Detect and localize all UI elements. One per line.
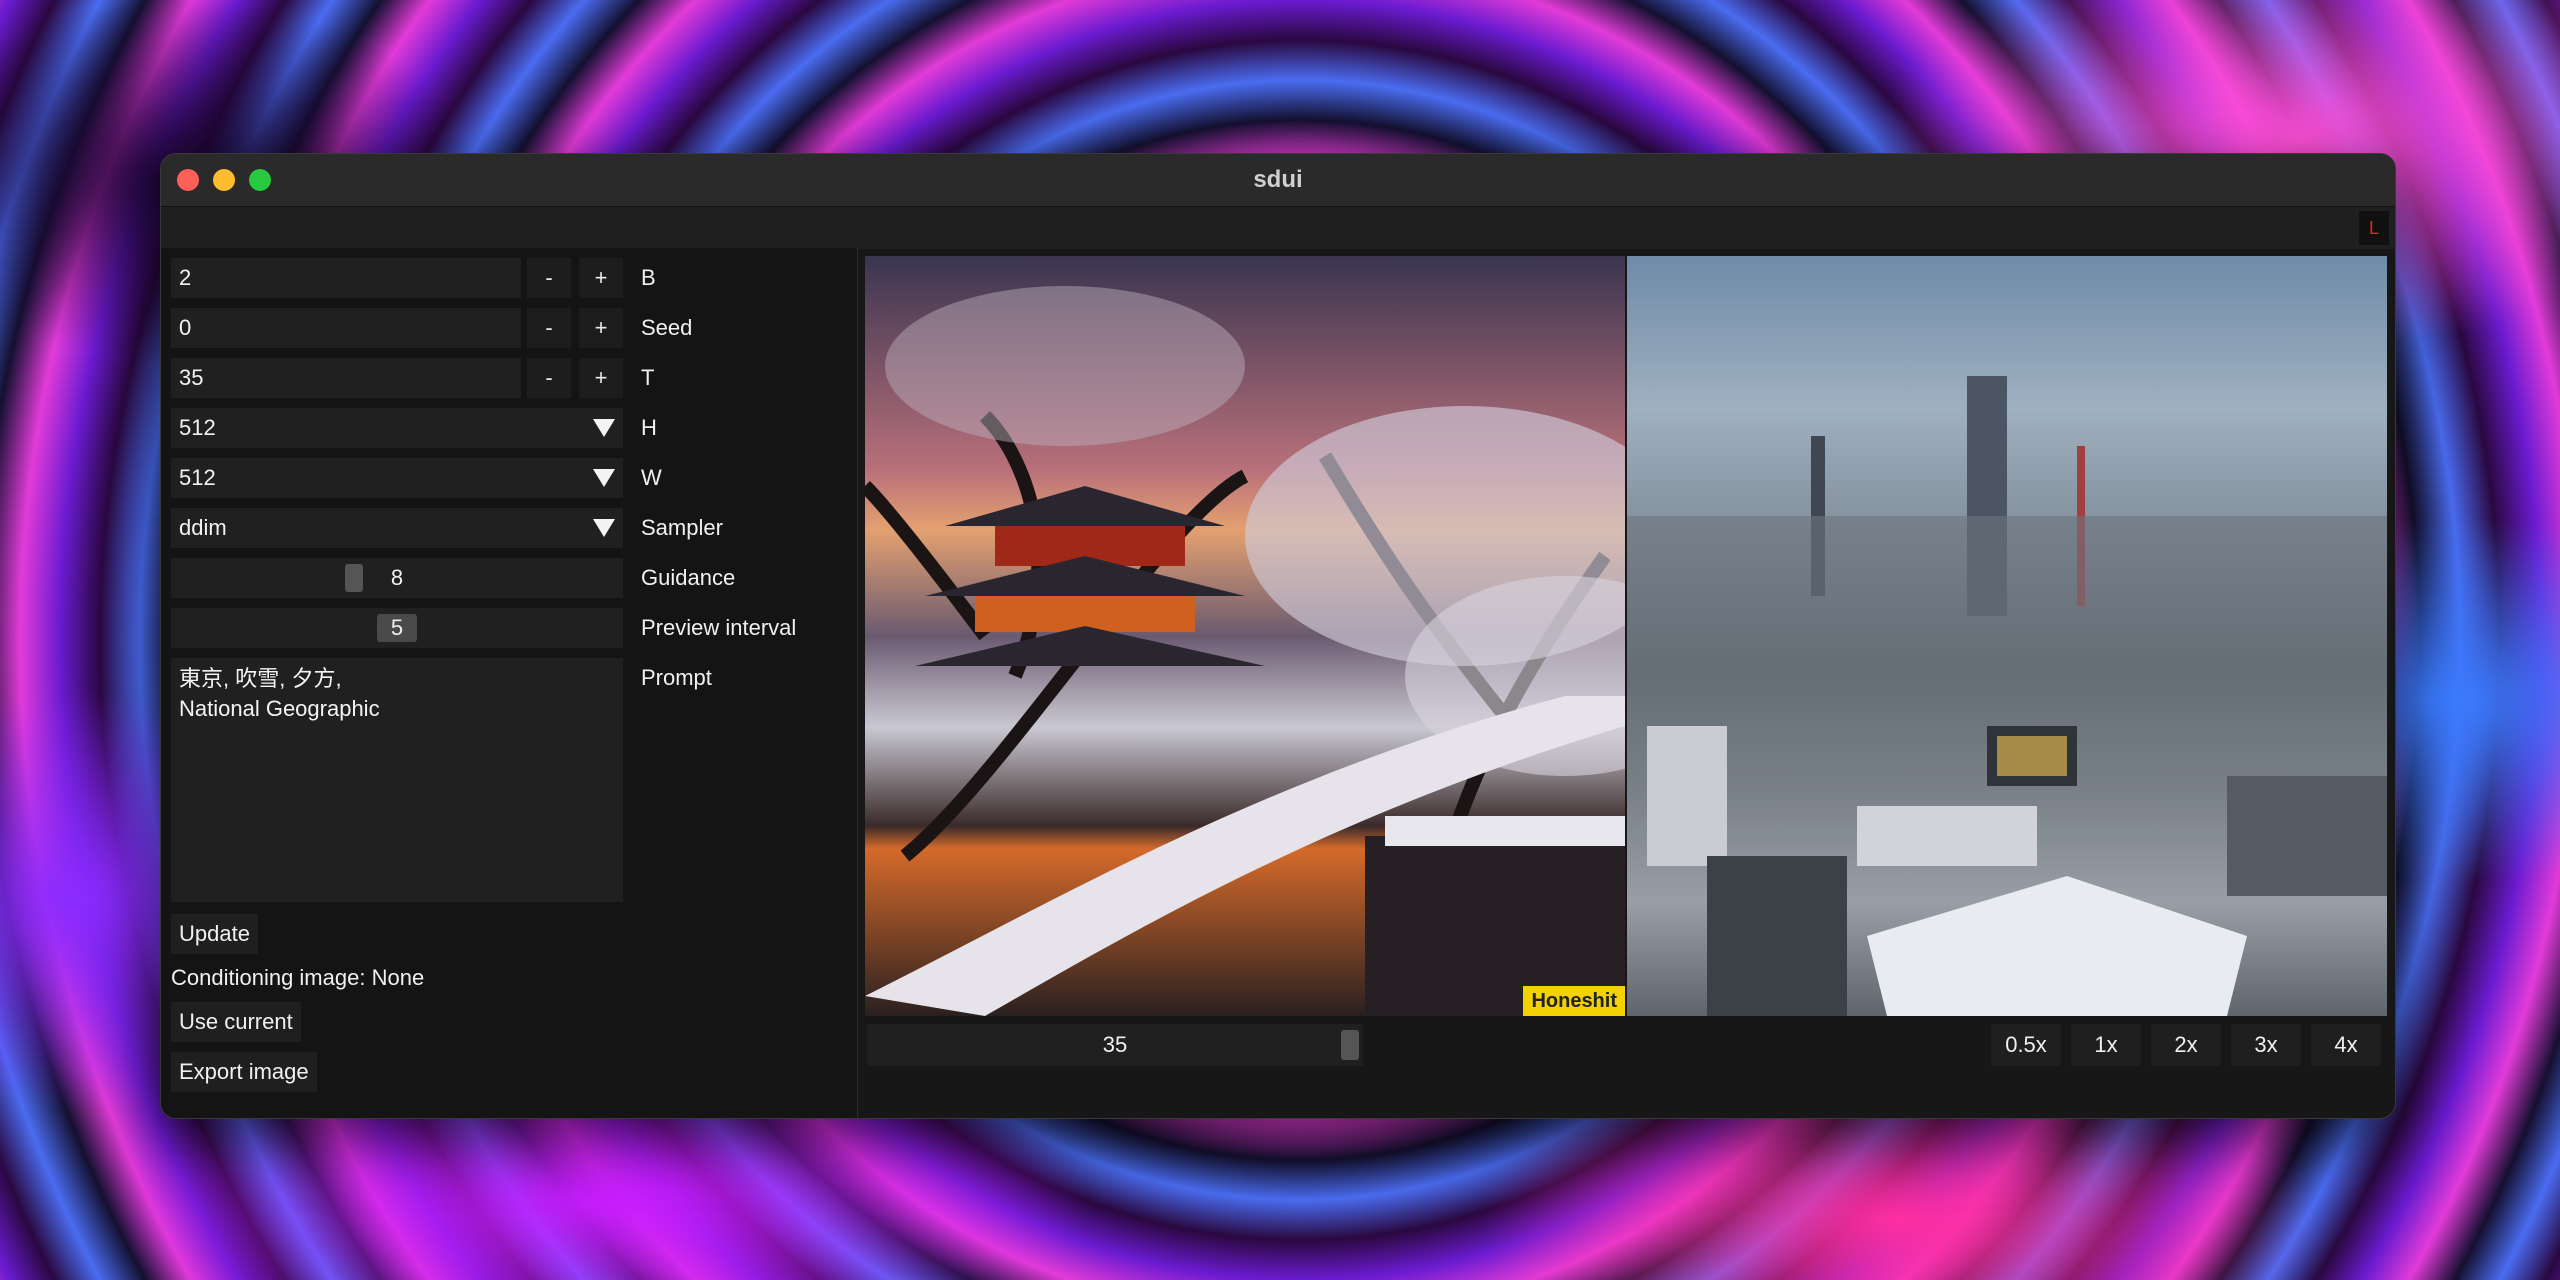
zoom-1x-button[interactable]: 1x xyxy=(2071,1024,2141,1066)
seed-label: Seed xyxy=(641,315,693,340)
guidance-value: 8 xyxy=(390,565,404,590)
seed-increment-button[interactable]: + xyxy=(579,308,623,348)
width-value: 512 xyxy=(179,465,216,490)
conditioning-value: None xyxy=(371,965,425,990)
height-select[interactable]: 512 xyxy=(171,408,623,448)
sampler-select[interactable]: ddim xyxy=(171,508,623,548)
menu-badge[interactable]: L xyxy=(2359,211,2389,245)
steps-label: T xyxy=(641,365,655,390)
seed-input[interactable]: 0 xyxy=(171,308,521,348)
window-title: sdui xyxy=(1253,166,1303,193)
batch-input[interactable]: 2 xyxy=(171,258,521,298)
preview-interval-label: Preview interval xyxy=(641,615,797,640)
guidance-slider[interactable]: 8 xyxy=(171,558,623,598)
chevron-down-icon xyxy=(593,469,615,487)
chevron-down-icon xyxy=(593,519,615,537)
preview-interval-value: 5 xyxy=(390,615,404,640)
title-bar: sdui xyxy=(161,154,2395,207)
steps-input[interactable]: 35 xyxy=(171,358,521,398)
menu-bar: L xyxy=(161,207,2395,249)
steps-increment-button[interactable]: + xyxy=(579,358,623,398)
update-button[interactable]: Update xyxy=(171,914,258,954)
zoom-3x-button[interactable]: 3x xyxy=(2231,1024,2301,1066)
batch-increment-button[interactable]: + xyxy=(579,258,623,298)
chevron-down-icon xyxy=(593,419,615,437)
prompt-label: Prompt xyxy=(641,665,712,690)
generated-images: Honeshit xyxy=(865,256,2387,1016)
prompt-textarea[interactable]: 東京, 吹雪, 夕方, National Geographic xyxy=(171,658,623,902)
tokyo-snow-city xyxy=(1627,376,2387,1016)
zoom-2x-button[interactable]: 2x xyxy=(2151,1024,2221,1066)
width-select[interactable]: 512 xyxy=(171,458,623,498)
zoom-0.5x-button[interactable]: 0.5x xyxy=(1991,1024,2061,1066)
width-label: W xyxy=(641,465,662,490)
height-value: 512 xyxy=(179,415,216,440)
settings-panel: 2 - + B 0 - + Seed 35 - + T 512 H 512 W … xyxy=(161,248,857,1118)
step-value: 35 xyxy=(1102,1032,1128,1057)
use-current-button[interactable]: Use current xyxy=(171,1002,301,1042)
pagoda-snow-scene xyxy=(865,286,1625,1016)
height-label: H xyxy=(641,415,657,440)
guidance-label: Guidance xyxy=(641,565,736,590)
steps-decrement-button[interactable]: - xyxy=(527,358,571,398)
batch-label: B xyxy=(641,265,656,290)
viewer-controls: 35 0.5x 1x 2x 3x 4x xyxy=(865,1024,2387,1066)
zoom-4x-button[interactable]: 4x xyxy=(2311,1024,2381,1066)
seed-decrement-button[interactable]: - xyxy=(527,308,571,348)
preview-interval-slider[interactable]: 5 xyxy=(171,608,623,648)
generated-image-1[interactable]: Honeshit xyxy=(865,256,1625,1016)
generated-image-2[interactable] xyxy=(1627,256,2387,1016)
panel-divider xyxy=(857,248,858,1118)
step-slider[interactable]: 35 xyxy=(867,1024,1363,1066)
export-image-button[interactable]: Export image xyxy=(171,1052,317,1092)
sampler-value: ddim xyxy=(179,515,227,540)
batch-decrement-button[interactable]: - xyxy=(527,258,571,298)
conditioning-label: Conditioning image: xyxy=(171,965,366,990)
watermark-badge: Honeshit xyxy=(1523,986,1625,1016)
conditioning-image-status: Conditioning image: None xyxy=(171,958,424,998)
app-window: sdui L 2 - + B 0 - + Seed 35 - + T 512 H… xyxy=(160,153,2396,1119)
sampler-label: Sampler xyxy=(641,515,723,540)
